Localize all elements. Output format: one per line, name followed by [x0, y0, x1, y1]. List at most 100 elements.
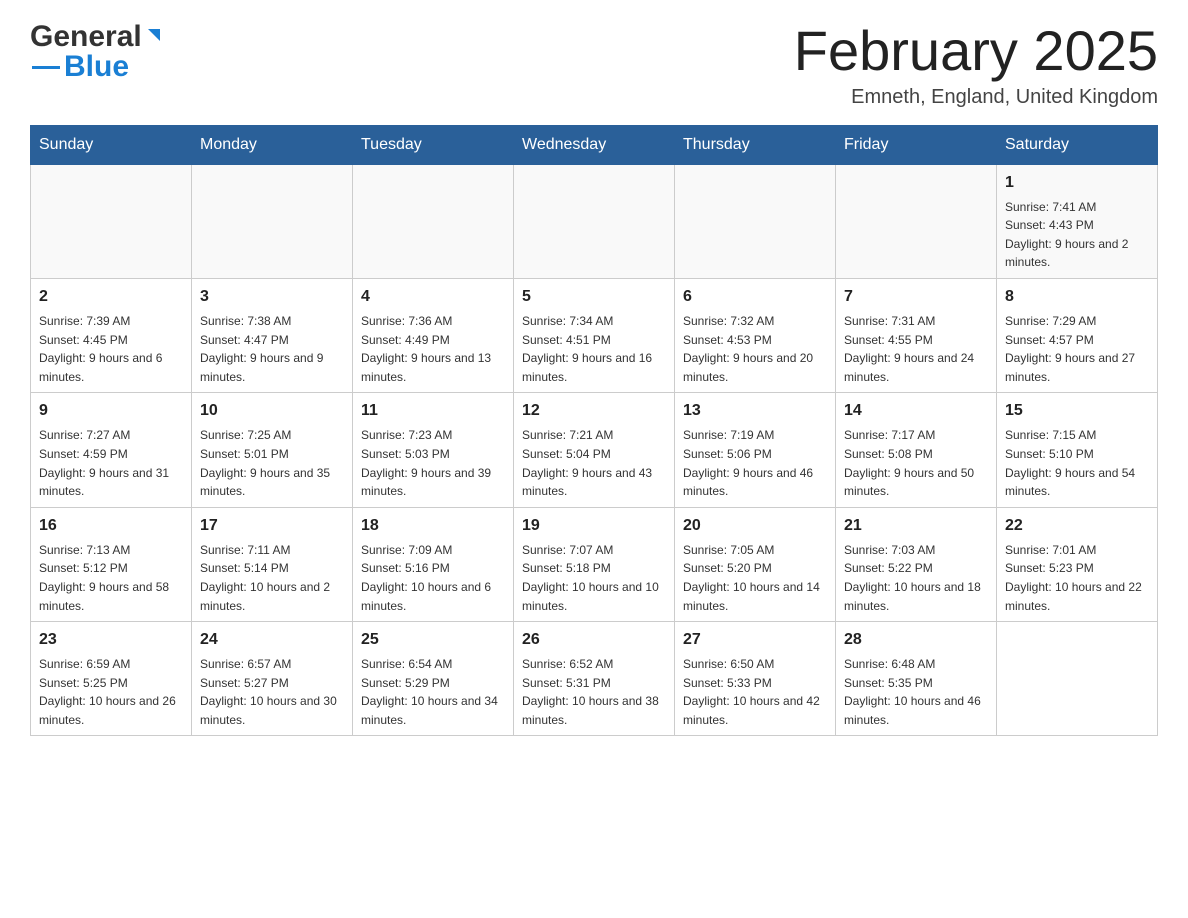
logo-triangle-icon [144, 25, 164, 45]
day-info: Sunrise: 7:32 AMSunset: 4:53 PMDaylight:… [683, 312, 827, 386]
day-info: Sunrise: 7:03 AMSunset: 5:22 PMDaylight:… [844, 541, 988, 615]
day-number: 28 [844, 628, 988, 652]
day-info: Sunrise: 7:25 AMSunset: 5:01 PMDaylight:… [200, 426, 344, 500]
day-header-saturday: Saturday [997, 125, 1158, 164]
day-info: Sunrise: 7:21 AMSunset: 5:04 PMDaylight:… [522, 426, 666, 500]
day-number: 1 [1005, 171, 1149, 195]
day-cell: 26Sunrise: 6:52 AMSunset: 5:31 PMDayligh… [514, 622, 675, 736]
day-header-monday: Monday [192, 125, 353, 164]
day-cell: 21 Sunrise: 7:03 AMSunset: 5:22 PMDayligh… [836, 507, 997, 621]
day-cell: 7Sunrise: 7:31 AMSunset: 4:55 PMDaylight… [836, 278, 997, 392]
logo-blue-text: Blue [64, 50, 129, 84]
day-info: Sunrise: 7:19 AMSunset: 5:06 PMDaylight:… [683, 426, 827, 500]
month-title: February 2025 [794, 20, 1158, 82]
day-header-sunday: Sunday [31, 125, 192, 164]
day-info: Sunrise: 7:07 AMSunset: 5:18 PMDaylight:… [522, 541, 666, 615]
week-row-2: 2 Sunrise: 7:39 AMSunset: 4:45 PMDaylight… [31, 278, 1158, 392]
day-cell: 2 Sunrise: 7:39 AMSunset: 4:45 PMDaylight… [31, 278, 192, 392]
day-info: Sunrise: 6:52 AMSunset: 5:31 PMDaylight:… [522, 655, 666, 729]
day-number: 3 [200, 285, 344, 309]
day-header-friday: Friday [836, 125, 997, 164]
day-header-thursday: Thursday [675, 125, 836, 164]
week-row-1: 1 Sunrise: 7:41 AMSunset: 4:43 PMDaylight… [31, 164, 1158, 278]
title-area: February 2025 Emneth, England, United Ki… [794, 20, 1158, 109]
day-number: 17 [200, 514, 344, 538]
day-number: 11 [361, 399, 505, 423]
day-number: 10 [200, 399, 344, 423]
day-info: Sunrise: 6:59 AMSunset: 5:25 PMDaylight:… [39, 655, 183, 729]
day-number: 8 [1005, 285, 1149, 309]
day-cell: 20 Sunrise: 7:05 AMSunset: 5:20 PMDayligh… [675, 507, 836, 621]
day-cell: 23 Sunrise: 6:59 AMSunset: 5:25 PMDayligh… [31, 622, 192, 736]
day-info: Sunrise: 7:41 AMSunset: 4:43 PMDaylight:… [1005, 198, 1149, 272]
calendar-table: SundayMondayTuesdayWednesdayThursdayFrid… [30, 125, 1158, 737]
day-number: 6 [683, 285, 827, 309]
day-info: Sunrise: 7:39 AMSunset: 4:45 PMDaylight:… [39, 312, 183, 386]
day-info: Sunrise: 7:27 AMSunset: 4:59 PMDaylight:… [39, 426, 183, 500]
day-cell [675, 164, 836, 278]
day-number: 5 [522, 285, 666, 309]
day-number: 19 [522, 514, 666, 538]
day-cell [514, 164, 675, 278]
day-cell: 8 Sunrise: 7:29 AMSunset: 4:57 PMDaylight… [997, 278, 1158, 392]
day-cell: 22 Sunrise: 7:01 AMSunset: 5:23 PMDayligh… [997, 507, 1158, 621]
day-number: 12 [522, 399, 666, 423]
day-cell [31, 164, 192, 278]
day-info: Sunrise: 6:48 AMSunset: 5:35 PMDaylight:… [844, 655, 988, 729]
day-cell: 10 Sunrise: 7:25 AMSunset: 5:01 PMDayligh… [192, 393, 353, 507]
day-cell: 1 Sunrise: 7:41 AMSunset: 4:43 PMDaylight… [997, 164, 1158, 278]
logo: General Blue [30, 20, 164, 84]
day-info: Sunrise: 7:05 AMSunset: 5:20 PMDaylight:… [683, 541, 827, 615]
page-header: General Blue February 2025 Emneth, Engla… [30, 20, 1158, 109]
day-number: 18 [361, 514, 505, 538]
day-number: 23 [39, 628, 183, 652]
day-number: 4 [361, 285, 505, 309]
day-cell: 13 Sunrise: 7:19 AMSunset: 5:06 PMDayligh… [675, 393, 836, 507]
day-number: 25 [361, 628, 505, 652]
day-number: 22 [1005, 514, 1149, 538]
day-info: Sunrise: 7:11 AMSunset: 5:14 PMDaylight:… [200, 541, 344, 615]
day-number: 21 [844, 514, 988, 538]
week-row-4: 16Sunrise: 7:13 AMSunset: 5:12 PMDayligh… [31, 507, 1158, 621]
day-cell: 3 Sunrise: 7:38 AMSunset: 4:47 PMDaylight… [192, 278, 353, 392]
day-number: 9 [39, 399, 183, 423]
day-header-wednesday: Wednesday [514, 125, 675, 164]
day-cell: 15Sunrise: 7:15 AMSunset: 5:10 PMDayligh… [997, 393, 1158, 507]
day-number: 20 [683, 514, 827, 538]
day-cell: 9 Sunrise: 7:27 AMSunset: 4:59 PMDaylight… [31, 393, 192, 507]
day-cell [192, 164, 353, 278]
day-cell [836, 164, 997, 278]
day-cell: 11 Sunrise: 7:23 AMSunset: 5:03 PMDayligh… [353, 393, 514, 507]
day-info: Sunrise: 7:23 AMSunset: 5:03 PMDaylight:… [361, 426, 505, 500]
day-info: Sunrise: 7:38 AMSunset: 4:47 PMDaylight:… [200, 312, 344, 386]
day-info: Sunrise: 6:54 AMSunset: 5:29 PMDaylight:… [361, 655, 505, 729]
day-cell: 16Sunrise: 7:13 AMSunset: 5:12 PMDayligh… [31, 507, 192, 621]
day-cell: 6 Sunrise: 7:32 AMSunset: 4:53 PMDaylight… [675, 278, 836, 392]
day-info: Sunrise: 6:50 AMSunset: 5:33 PMDaylight:… [683, 655, 827, 729]
day-headers-row: SundayMondayTuesdayWednesdayThursdayFrid… [31, 125, 1158, 164]
day-info: Sunrise: 7:34 AMSunset: 4:51 PMDaylight:… [522, 312, 666, 386]
location: Emneth, England, United Kingdom [794, 86, 1158, 109]
day-info: Sunrise: 7:29 AMSunset: 4:57 PMDaylight:… [1005, 312, 1149, 386]
day-cell [997, 622, 1158, 736]
week-row-3: 9 Sunrise: 7:27 AMSunset: 4:59 PMDaylight… [31, 393, 1158, 507]
day-info: Sunrise: 6:57 AMSunset: 5:27 PMDaylight:… [200, 655, 344, 729]
day-number: 16 [39, 514, 183, 538]
day-info: Sunrise: 7:01 AMSunset: 5:23 PMDaylight:… [1005, 541, 1149, 615]
day-info: Sunrise: 7:36 AMSunset: 4:49 PMDaylight:… [361, 312, 505, 386]
day-number: 14 [844, 399, 988, 423]
day-info: Sunrise: 7:17 AMSunset: 5:08 PMDaylight:… [844, 426, 988, 500]
day-number: 13 [683, 399, 827, 423]
logo-general-text: General [30, 20, 142, 54]
day-cell: 4 Sunrise: 7:36 AMSunset: 4:49 PMDaylight… [353, 278, 514, 392]
day-cell: 14 Sunrise: 7:17 AMSunset: 5:08 PMDayligh… [836, 393, 997, 507]
day-cell: 24Sunrise: 6:57 AMSunset: 5:27 PMDayligh… [192, 622, 353, 736]
day-number: 15 [1005, 399, 1149, 423]
day-number: 27 [683, 628, 827, 652]
day-cell: 27 Sunrise: 6:50 AMSunset: 5:33 PMDayligh… [675, 622, 836, 736]
week-row-5: 23 Sunrise: 6:59 AMSunset: 5:25 PMDayligh… [31, 622, 1158, 736]
day-number: 2 [39, 285, 183, 309]
day-cell: 12 Sunrise: 7:21 AMSunset: 5:04 PMDayligh… [514, 393, 675, 507]
day-cell: 17 Sunrise: 7:11 AMSunset: 5:14 PMDayligh… [192, 507, 353, 621]
day-number: 7 [844, 285, 988, 309]
